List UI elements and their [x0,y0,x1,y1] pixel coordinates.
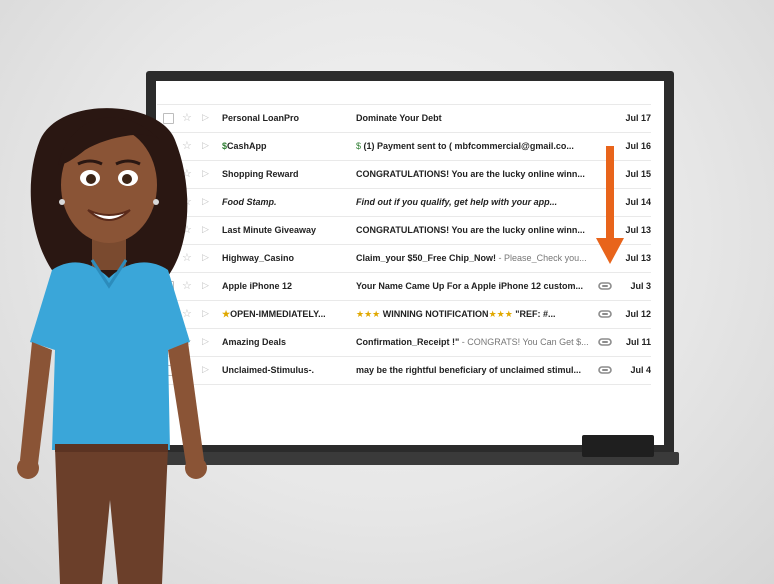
down-arrow-icon [596,146,624,264]
email-date: Jul 11 [625,337,651,347]
email-subject: may be the rightful beneficiary of uncla… [356,365,582,375]
email-subject: Find out if you qualify, get help with y… [356,197,558,207]
attachment-icon[interactable] [598,363,612,377]
email-subject: Confirmation_Receipt !" - CONGRATS! You … [356,337,589,347]
star-icon: ★ [222,309,231,319]
dollar-icon: $ [356,141,364,151]
email-sender: Highway_Casino [222,253,295,263]
email-sender: Food Stamp. [222,197,277,207]
stars-icon: ★★★ [356,309,381,319]
email-sender: ★OPEN-IMMEDIATELY... [222,309,326,319]
email-snippet: - Please_Check you... [496,253,587,263]
email-row[interactable]: ☆ ▷ Personal LoanPro Dominate Your Debt … [157,104,651,132]
email-subject: Dominate Your Debt [356,113,442,123]
email-row[interactable]: ☆ ▷ ★OPEN-IMMEDIATELY... ★★★ WINNING NOT… [157,300,651,328]
email-date: Jul 12 [625,309,651,319]
attachment-icon[interactable] [598,335,612,349]
email-row[interactable]: ☆ ▷ Food Stamp. Find out if you qualify,… [157,188,651,216]
email-subject: Your Name Came Up For a Apple iPhone 12 … [356,281,584,291]
email-row[interactable]: ☆ ▷ Shopping Reward CONGRATULATIONS! You… [157,160,651,188]
email-subject: CONGRATULATIONS! You are the lucky onlin… [356,169,585,179]
email-sender: $CashApp [222,141,267,151]
stars-icon: ★★★ [488,309,513,319]
email-row[interactable]: ☆ ▷ Apple iPhone 12 Your Name Came Up Fo… [157,272,651,300]
email-sender: Personal LoanPro [222,113,300,123]
email-sender: Last Minute Giveaway [222,225,317,235]
email-row[interactable]: ☆ ▷ Last Minute Giveaway CONGRATULATIONS… [157,216,651,244]
email-snippet: - CONGRATS! You Can Get $... [459,337,589,347]
email-inbox-list: ☆ ▷ Personal LoanPro Dominate Your Debt … [157,104,651,385]
email-row[interactable]: ☆ ▷ Highway_Casino Claim_your $50_Free C… [157,244,651,272]
attachment-icon[interactable] [598,307,612,321]
email-row[interactable]: ☆ ▷ $CashApp $ (1) Payment sent to ( mbf… [157,132,651,160]
email-subject: ★★★ WINNING NOTIFICATION★★★ "REF: #... [356,309,556,319]
email-subject: $ (1) Payment sent to ( mbfcommercial@gm… [356,141,574,151]
email-row[interactable]: ☆ ▷ Amazing Deals Confirmation_Receipt !… [157,328,651,356]
email-row[interactable]: ☆ ▷ Unclaimed-Stimulus-. may be the righ… [157,356,651,385]
email-date: Jul 3 [630,281,651,291]
email-subject: CONGRATULATIONS! You are the lucky onlin… [356,225,585,235]
email-sender: Shopping Reward [222,169,299,179]
email-date: Jul 17 [625,113,651,123]
email-snippet: "REF: #... [512,309,556,319]
attachment-icon[interactable] [598,279,612,293]
email-sender: Amazing Deals [222,337,287,347]
email-sender: Unclaimed-Stimulus-. [222,365,315,375]
email-subject: Claim_your $50_Free Chip_Now! - Please_C… [356,253,587,263]
email-sender: Apple iPhone 12 [222,281,293,291]
presenter-illustration [17,108,207,584]
email-date: Jul 4 [630,365,651,375]
eraser [582,435,654,457]
